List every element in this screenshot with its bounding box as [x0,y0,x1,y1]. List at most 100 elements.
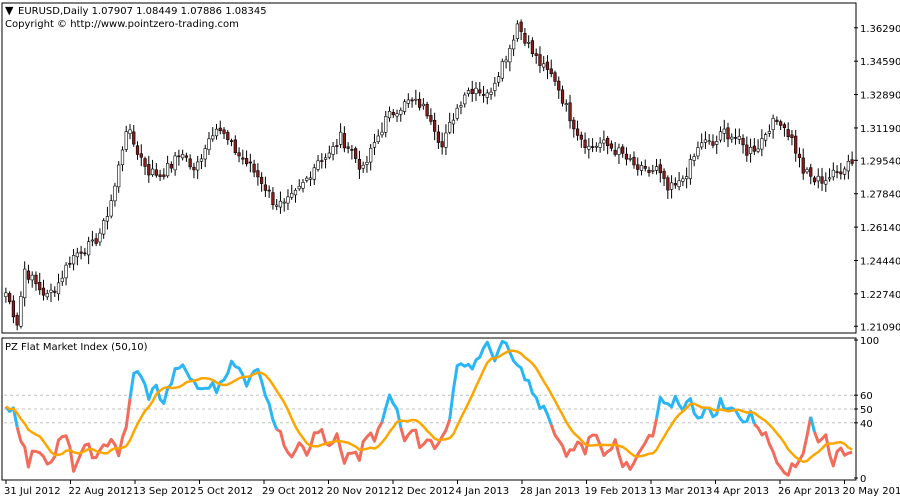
candle-body [336,146,339,147]
candle-body [396,114,399,116]
candle-body [460,106,463,108]
candle-body [539,55,542,66]
time-tick-label: 4 Jan 2013 [456,486,510,497]
candle-body [155,170,158,176]
chart-window: 1.362901.345901.328901.311901.295401.278… [0,0,900,500]
candle-body [170,164,173,168]
price-tick-label: 1.24440 [860,256,900,267]
candle-body [264,185,267,191]
candle-body [471,89,474,93]
price-tick-label: 1.34590 [860,57,900,68]
candle-body [80,252,83,253]
candle-body [840,172,843,174]
candle-body [516,24,519,39]
time-tick-label: 13 Mar 2013 [649,486,712,497]
candle-body [121,150,124,165]
candle-body [482,94,485,95]
candle-body [272,193,275,205]
price-tick-label: 1.29540 [860,156,900,167]
time-tick-label: 4 Apr 2013 [714,486,769,497]
candle-body [16,315,19,325]
candle-body [791,135,794,138]
candle-body [749,147,752,153]
candle-body [418,99,421,107]
candle-body [377,136,380,142]
price-tick-label: 1.31190 [860,124,900,135]
candle-body [238,153,241,156]
candle-body [226,132,229,139]
candle-body [309,178,312,179]
candle-body [328,153,331,157]
candle-body [644,166,647,168]
time-tick-label: 29 Oct 2012 [262,486,324,497]
time-tick-label: 13 Sep 2012 [133,486,196,497]
candle-body [298,186,301,188]
candle-body [738,136,741,139]
candle-body [87,242,90,255]
candle-body [813,178,816,182]
candle-body [23,269,26,298]
candle-body [497,77,500,83]
candle-body [69,263,72,264]
candle-body [832,170,835,177]
candle-body [147,164,150,175]
candle-body [648,170,651,172]
candle-body [776,120,779,122]
candle-body [764,135,767,141]
candle-body [456,108,459,118]
candle-body [772,118,775,129]
candle-body [531,41,534,54]
price-tick-label: 1.27840 [860,190,900,201]
copyright-text: Copyright © http://www.pointzero-trading… [5,19,239,30]
candle-body [415,99,418,100]
candle-body [535,54,538,56]
candle-body [651,170,654,171]
candle-body [595,146,598,147]
symbol-arrow-icon[interactable]: ▼ [5,4,14,17]
time-tick-label: 12 Dec 2012 [391,486,455,497]
candle-body [132,132,135,144]
price-axis: 1.362901.345901.328901.311901.295401.278… [854,24,900,333]
time-tick-label: 20 May 2013 [843,486,900,497]
time-tick-label: 20 Nov 2012 [327,486,391,497]
candle-body [407,100,410,103]
candle-body [576,129,579,135]
candle-body [727,128,730,139]
candle-body [362,165,365,168]
candle-body [527,42,530,43]
candle-body [279,201,282,207]
candle-body [433,120,436,131]
candle-body [46,293,49,297]
candle-body [569,103,572,121]
candle-body [196,162,199,170]
candle-body [817,176,820,181]
candle-body [689,159,692,178]
price-tick-label: 1.22740 [860,290,900,301]
candle-body [35,275,38,284]
candle-body [369,148,372,162]
candle-body [550,69,553,74]
candle-body [287,197,290,203]
indicator-tick-label: 50 [860,405,873,416]
candle-body [621,147,624,153]
candle-body [204,149,207,159]
candle-body [847,161,850,171]
candle-body [42,288,45,295]
price-tick-label: 1.21090 [860,322,900,333]
candle-body [851,160,854,164]
candle-body [730,137,733,139]
candle-body [65,265,68,278]
candle-body [591,147,594,148]
candle-body [347,147,350,149]
candle-body [667,178,670,190]
price-panel-frame [2,3,856,333]
candle-body [91,240,94,241]
candle-body [366,162,369,164]
candle-body [505,60,508,62]
indicator-tick-label: 100 [860,336,879,347]
candle-body [242,158,245,159]
time-tick-label: 19 Feb 2013 [585,486,647,497]
candle-body [572,120,575,129]
candle-body [249,162,252,163]
candle-body [606,138,609,145]
